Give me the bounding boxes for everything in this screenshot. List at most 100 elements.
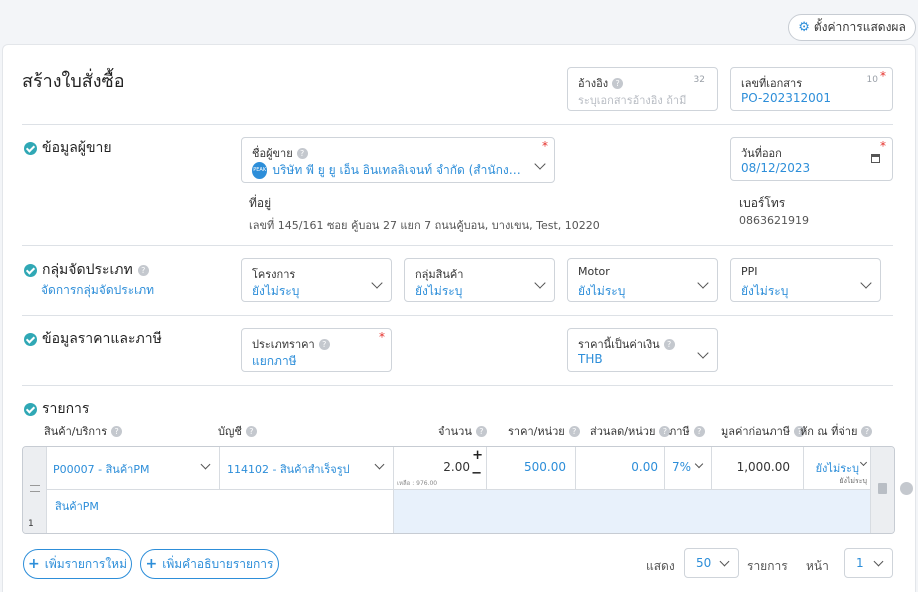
reference-counter: 32 xyxy=(693,75,705,85)
col-qty: จำนวน? xyxy=(438,422,487,440)
col-unit-price: ราคา/หน่วย? xyxy=(508,422,580,440)
doc-number-field[interactable]: เลขที่เอกสาร 10 * PO-202312001 xyxy=(730,67,893,111)
price-type-label: ประเภทราคา xyxy=(252,338,315,351)
vendor-section-label: ข้อมูลผู้ขาย xyxy=(42,140,112,156)
row-account-select[interactable]: 114102 - สินค้าสำเร็จรูป xyxy=(220,447,394,490)
vendor-section-title: ข้อมูลผู้ขาย xyxy=(24,137,112,159)
issue-date-value: 08/12/2023 xyxy=(741,161,811,175)
trash-icon[interactable] xyxy=(878,483,887,494)
required-mark: * xyxy=(880,139,886,153)
col-product-label: สินค้า/บริการ xyxy=(44,425,108,438)
page-title: สร้างใบสั่งซื้อ xyxy=(22,71,125,92)
currency-select[interactable]: ราคานี้เป็นค่าเงิน? THB xyxy=(567,328,718,372)
price-section-label: ข้อมูลราคาและภาษี xyxy=(42,331,162,347)
row-discount-value: 0.00 xyxy=(631,460,658,474)
check-circle-icon xyxy=(24,263,37,277)
doc-number-value: PO-202312001 xyxy=(741,91,832,105)
col-pre-tax-label: มูลค่าก่อนภาษี xyxy=(721,425,790,438)
phone-label: เบอร์โทร xyxy=(739,196,786,210)
col-discount-label: ส่วนลด/หน่วย xyxy=(590,425,656,438)
row-discount-input[interactable]: 0.00 xyxy=(576,447,665,490)
price-type-select[interactable]: ประเภทราคา? * แยกภาษี xyxy=(241,328,392,372)
page-size-select[interactable]: 50 xyxy=(684,548,739,578)
issue-date-field[interactable]: วันที่ออก * 08/12/2023 xyxy=(730,137,893,181)
chevron-down-icon xyxy=(534,277,546,289)
help-icon: ? xyxy=(693,425,705,437)
help-icon: ? xyxy=(612,77,624,89)
required-mark: * xyxy=(542,139,548,153)
divider xyxy=(22,124,893,125)
row-qty-input[interactable]: 2.00 เหลือ : 976.00 + − xyxy=(394,447,487,490)
calendar-icon[interactable] xyxy=(871,154,880,163)
add-description-button[interactable]: + เพิ่มคำอธิบายรายการ xyxy=(140,549,279,579)
increment-icon[interactable]: + xyxy=(472,448,483,463)
price-type-value: แยกภาษี xyxy=(252,354,297,368)
chevron-down-icon xyxy=(719,556,730,567)
reference-placeholder: ระบุเอกสารอ้างอิง ถ้ามี xyxy=(578,94,687,107)
row-tax-select[interactable]: 7% xyxy=(665,447,712,490)
issue-date-label: วันที่ออก xyxy=(741,147,782,160)
price-section-title: ข้อมูลราคาและภาษี xyxy=(24,328,162,350)
chevron-down-icon xyxy=(371,277,383,289)
help-icon: ? xyxy=(475,425,487,437)
divider xyxy=(22,385,893,386)
decrement-icon[interactable]: − xyxy=(471,466,482,481)
col-withholding: หัก ณ ที่จ่าย? xyxy=(800,422,873,440)
display-settings-button[interactable]: ⚙ ตั้งค่าการแสดงผล xyxy=(788,14,916,41)
check-circle-icon xyxy=(24,141,37,155)
plus-icon: + xyxy=(145,556,158,572)
project-select[interactable]: โครงการ ยังไม่ระบุ xyxy=(241,258,392,302)
pie-chart-icon[interactable] xyxy=(900,482,913,495)
address-label: ที่อยู่ xyxy=(249,196,272,210)
vendor-select[interactable]: ชื่อผู้ขาย? * PEAK บริษัท พี ยู ยู เอ็น … xyxy=(241,137,555,183)
col-account-label: บัญชี xyxy=(218,425,242,438)
row-unit-price-input[interactable]: 500.00 xyxy=(487,447,576,490)
project-label: โครงการ xyxy=(252,268,296,281)
page-value: 1 xyxy=(856,556,864,570)
currency-value: THB xyxy=(578,352,603,366)
col-tax-label: ภาษี xyxy=(669,425,690,438)
required-mark: * xyxy=(880,69,886,83)
row-index: 1 xyxy=(28,519,34,529)
chevron-down-icon xyxy=(374,459,385,470)
reference-field[interactable]: อ้างอิง? 32 ระบุเอกสารอ้างอิง ถ้ามี xyxy=(567,67,718,111)
chevron-down-icon xyxy=(860,277,872,289)
chevron-down-icon xyxy=(873,556,884,567)
product-group-value: ยังไม่ระบุ xyxy=(415,284,463,298)
row-remaining: เหลือ : 976.00 xyxy=(397,480,438,487)
col-tax: ภาษี? xyxy=(669,422,705,440)
ppi-select[interactable]: PPI ยังไม่ระบุ xyxy=(730,258,881,302)
row-qty-value: 2.00 xyxy=(443,460,470,474)
col-product: สินค้า/บริการ? xyxy=(44,422,123,440)
add-description-label: เพิ่มคำอธิบายรายการ xyxy=(162,556,274,571)
page-select[interactable]: 1 xyxy=(844,548,893,578)
project-value: ยังไม่ระบุ xyxy=(252,284,300,298)
col-account: บัญชี? xyxy=(218,422,257,440)
gear-icon: ⚙ xyxy=(798,20,810,35)
chevron-down-icon xyxy=(200,459,211,470)
check-circle-icon xyxy=(24,332,37,346)
col-unit-price-label: ราคา/หน่วย xyxy=(508,425,565,438)
col-pre-tax: มูลค่าก่อนภาษี? xyxy=(721,422,805,440)
category-section-title: กลุ่มจัดประเภท ? xyxy=(24,259,149,281)
chevron-down-icon xyxy=(694,459,704,469)
doc-number-counter: 10 xyxy=(866,75,878,85)
add-item-label: เพิ่มรายการใหม่ xyxy=(44,556,127,571)
help-icon: ? xyxy=(137,264,149,276)
row-drag-handle[interactable]: 1 xyxy=(23,447,47,533)
row-withholding-sub: ยังไม่ระบุ xyxy=(839,477,867,485)
vendor-avatar: PEAK xyxy=(252,162,268,179)
items-section-title: รายการ xyxy=(24,398,89,420)
manage-category-link[interactable]: จัดการกลุ่มจัดประเภท xyxy=(41,281,154,300)
row-description-input[interactable]: สินค้าPM xyxy=(47,490,394,533)
required-mark: * xyxy=(379,330,385,344)
items-table: 1 P00007 - สินค้าPM 114102 - สินค้าสำเร็… xyxy=(22,446,895,534)
motor-select[interactable]: Motor ยังไม่ระบุ xyxy=(567,258,718,302)
add-item-button[interactable]: + เพิ่มรายการใหม่ xyxy=(23,549,132,579)
phone-value: 0863621919 xyxy=(739,214,809,227)
product-group-select[interactable]: กลุ่มสินค้า ยังไม่ระบุ xyxy=(404,258,555,302)
row-highlight-area xyxy=(394,490,870,533)
motor-value: ยังไม่ระบุ xyxy=(578,284,626,298)
row-product-select[interactable]: P00007 - สินค้าPM xyxy=(47,447,220,490)
row-withholding-select[interactable]: ยังไม่ระบุ ยังไม่ระบุ xyxy=(804,447,870,490)
